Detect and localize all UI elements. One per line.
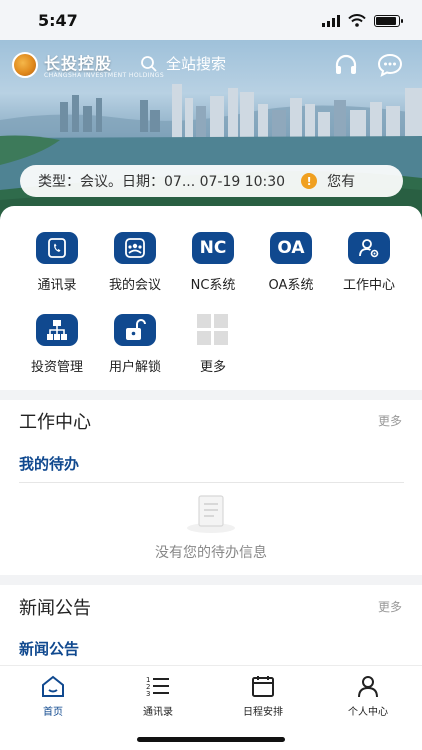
oa-icon: OA	[270, 232, 312, 264]
news-more-link[interactable]: 更多	[378, 598, 402, 615]
tab-label: 个人中心	[348, 707, 388, 718]
notice-text: 类型：会议。日期：07... 07-19 10:30	[38, 174, 286, 190]
search-placeholder: 全站搜索	[166, 55, 227, 73]
app-label: 投资管理	[30, 360, 83, 375]
app-label: OA系统	[268, 278, 314, 293]
app-contacts[interactable]: 通讯录	[18, 232, 96, 293]
list-icon: 1 2 3	[146, 676, 169, 698]
tab-home[interactable]: 首页	[13, 674, 93, 718]
app-my-meetings[interactable]: 我的会议	[96, 232, 174, 293]
message-icon[interactable]	[377, 52, 403, 78]
work-center-more-link[interactable]: 更多	[378, 412, 402, 429]
home-indicator	[137, 737, 285, 742]
app-nc-system[interactable]: NC NC系统	[174, 232, 252, 293]
section-divider	[0, 575, 422, 585]
empty-document-icon	[187, 495, 235, 533]
app-more[interactable]: 更多	[174, 314, 252, 375]
search-icon	[141, 55, 157, 72]
section-rule	[19, 482, 404, 483]
app-work-center[interactable]: 工作中心	[330, 232, 408, 293]
tab-label: 首页	[43, 707, 63, 718]
battery-icon	[374, 14, 403, 27]
svg-text:3: 3	[146, 690, 150, 698]
org-chart-icon	[36, 314, 78, 346]
notice-trailing-text: 您有	[327, 174, 356, 190]
logo-mark-icon	[12, 51, 38, 78]
status-icons	[322, 14, 403, 27]
app-label: 我的会议	[108, 278, 161, 293]
news-title: 新闻公告	[19, 598, 91, 619]
empty-state-text: 没有您的待办信息	[155, 545, 267, 561]
tab-contacts[interactable]: 1 2 3 通讯录	[118, 674, 198, 718]
app-grid-card: 通讯录 我的会议 NC NC系统 OA OA系统 工作中心 投资管理 用户解锁 …	[0, 206, 422, 390]
notice-ticker[interactable]: 类型：会议。日期：07... 07-19 10:30 ! 您有	[20, 165, 403, 197]
app-oa-system[interactable]: OA OA系统	[252, 232, 330, 293]
unlock-icon	[114, 314, 156, 346]
tab-my-todos[interactable]: 我的待办	[19, 453, 79, 474]
app-label: 通讯录	[37, 278, 77, 293]
app-label: NC系统	[190, 278, 236, 293]
nc-icon: NC	[192, 232, 234, 264]
app-grid-row-1: 通讯录 我的会议 NC NC系统 OA OA系统 工作中心	[0, 232, 422, 293]
status-time: 5:47	[38, 11, 78, 30]
tab-label: 通讯录	[143, 707, 173, 718]
headset-icon[interactable]	[333, 52, 359, 78]
tab-news[interactable]: 新闻公告	[19, 638, 79, 659]
warning-icon: !	[301, 173, 318, 189]
app-investment-management[interactable]: 投资管理	[18, 314, 96, 375]
wifi-icon	[348, 14, 366, 27]
person-icon	[358, 676, 378, 698]
status-bar: 5:47	[0, 0, 422, 40]
more-grid-icon	[197, 314, 229, 346]
signal-icon	[322, 14, 340, 27]
contacts-icon	[36, 232, 78, 264]
hero-banner: 长投控股 CHANGSHA INVESTMENT HOLDINGS 全站搜索	[0, 40, 422, 230]
app-grid-row-2: 投资管理 用户解锁 更多	[0, 314, 422, 375]
tab-profile[interactable]: 个人中心	[328, 674, 408, 718]
app-user-unlock[interactable]: 用户解锁	[96, 314, 174, 375]
app-label: 用户解锁	[108, 360, 161, 375]
section-divider	[0, 390, 422, 400]
user-settings-icon	[348, 232, 390, 264]
tab-label: 日程安排	[243, 707, 283, 718]
tab-schedule[interactable]: 日程安排	[223, 674, 303, 718]
app-label: 工作中心	[342, 278, 395, 293]
calendar-icon	[252, 676, 274, 697]
home-icon	[42, 675, 64, 697]
meeting-icon	[114, 232, 156, 264]
search-bar[interactable]: 全站搜索	[140, 53, 226, 74]
app-label: 更多	[199, 360, 226, 375]
work-center-title: 工作中心	[19, 412, 91, 433]
